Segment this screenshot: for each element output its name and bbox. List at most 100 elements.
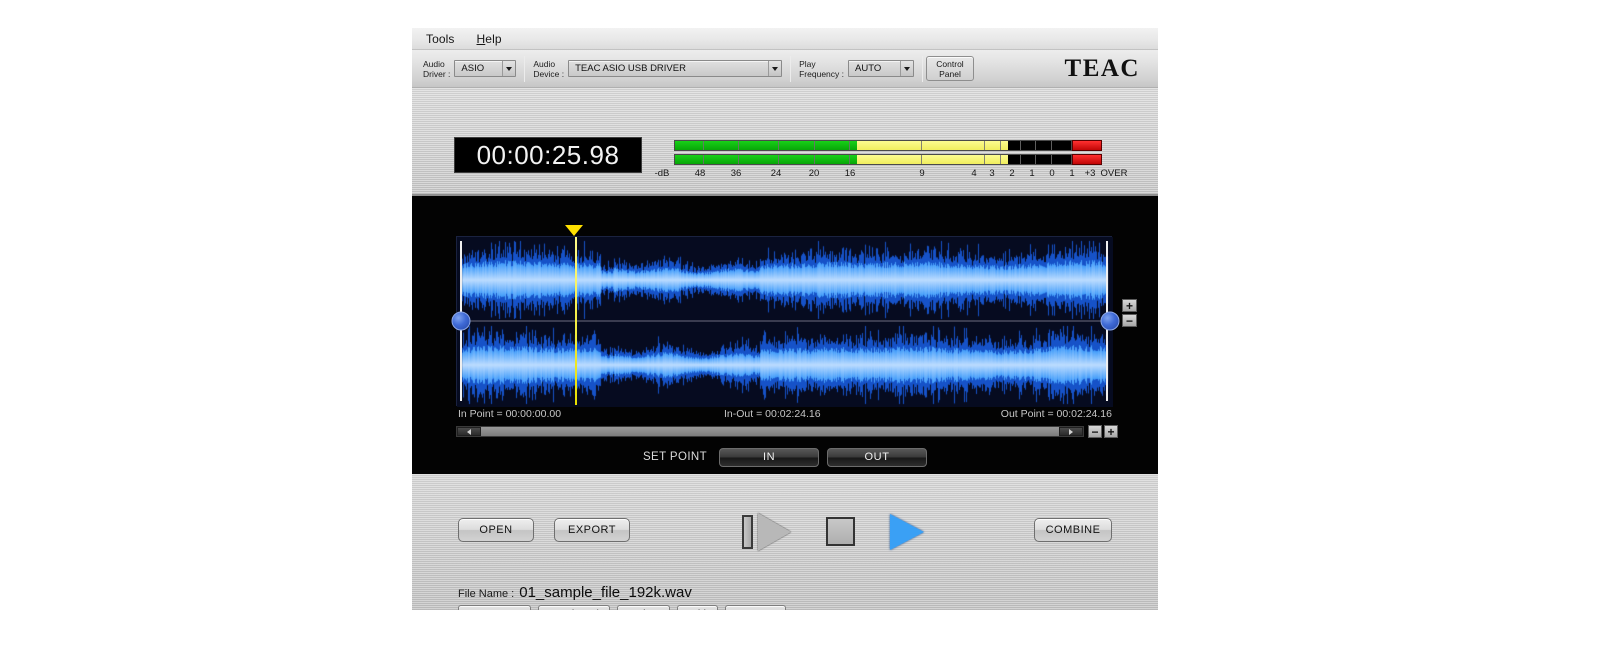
meter-scale-label: 1 <box>1069 168 1075 179</box>
timecode-value: 00:00:25.98 <box>476 139 620 170</box>
meter-scale-label: 2 <box>1009 168 1015 179</box>
meter-bars <box>674 140 1102 165</box>
meter-tick <box>920 155 922 164</box>
file-info-badge: WAV(PCM) <box>538 605 610 610</box>
file-info-badge: 192kHz <box>616 605 671 610</box>
level-meters: -dB 48 36 24 20 16 9 4 3 2 1 0 1 +3 OVER <box>655 140 1128 182</box>
zoom-in-vertical-button[interactable]: + <box>1122 299 1137 312</box>
menu-help-rest: elp <box>485 31 502 46</box>
meter-tick <box>702 155 704 164</box>
meter-scale-label: 24 <box>770 168 782 179</box>
over-led-left <box>1072 140 1102 151</box>
play-frequency-value: AUTO <box>855 63 882 74</box>
in-out-readout: In-Out = 00:02:24.16 <box>724 408 821 420</box>
meter-tick <box>999 155 1001 164</box>
meter-tick <box>849 141 851 150</box>
meter-yellow-segment-right <box>857 155 1008 164</box>
set-in-point-button[interactable]: IN <box>719 447 820 467</box>
audio-device-select[interactable]: TEAC ASIO USB DRIVER <box>568 60 783 77</box>
playhead-line <box>575 237 578 405</box>
point-readouts: In Point = 00:00:00.00 In-Out = 00:02:24… <box>456 408 1112 424</box>
control-panel-button[interactable]: Control Panel <box>926 56 974 81</box>
menu-help-mnemonic: H <box>476 31 486 46</box>
audio-driver-select[interactable]: ASIO <box>454 60 517 77</box>
meter-tick <box>738 141 740 150</box>
meter-scale-label: 4 <box>971 168 977 179</box>
meter-scale-label: 20 <box>808 168 820 179</box>
meter-scale-label: 16 <box>844 168 856 179</box>
set-point-label: SET POINT <box>642 451 708 463</box>
meter-tick <box>813 155 815 164</box>
meter-tick <box>1051 155 1053 164</box>
play-button[interactable] <box>890 514 924 550</box>
meter-scale-label: 0 <box>1049 168 1055 179</box>
meter-tick <box>920 141 922 150</box>
bottom-panel: OPEN EXPORT COMBINE File Name : 01_sampl… <box>412 474 1158 610</box>
horizontal-zoom-controls: − + <box>1088 425 1118 438</box>
playhead-marker-icon[interactable] <box>565 225 584 236</box>
play-frequency-group: Play Frequency : AUTO <box>794 50 919 87</box>
menu-item-help[interactable]: Help <box>477 32 502 46</box>
pause-play-button[interactable] <box>742 510 794 554</box>
scroll-right-button[interactable] <box>1059 427 1083 436</box>
meter-bar-right <box>674 154 1072 165</box>
meter-tick <box>1035 155 1037 164</box>
scroll-left-button[interactable] <box>457 427 481 436</box>
menu-bar: Tools Help <box>412 28 1158 50</box>
audio-device-value: TEAC ASIO USB DRIVER <box>575 63 686 74</box>
chevron-down-icon[interactable] <box>900 61 913 76</box>
meter-tick <box>777 141 779 150</box>
meter-scale-label: +3 <box>1084 168 1096 179</box>
pause-bar-icon <box>742 515 753 549</box>
toolbar-divider <box>524 55 526 82</box>
set-out-point-button[interactable]: OUT <box>827 447 928 467</box>
meter-tick <box>1051 141 1053 150</box>
over-led-right <box>1072 154 1102 165</box>
out-point-readout: Out Point = 00:02:24.16 <box>1000 408 1112 420</box>
meter-scale-label: 36 <box>730 168 742 179</box>
file-info-badge: STEREO <box>724 605 787 610</box>
vertical-zoom-controls: + − <box>1122 299 1137 327</box>
audio-device-label: Audio Device : <box>533 58 565 79</box>
meter-tick <box>849 155 851 164</box>
play-frequency-select[interactable]: AUTO <box>848 60 914 77</box>
file-name-label: File Name : <box>458 588 515 600</box>
meter-tick <box>702 141 704 150</box>
file-info-badges: 00:02:24.16 WAV(PCM) 192kHz 24bit STEREO <box>458 605 787 610</box>
stop-button[interactable] <box>826 517 855 546</box>
channel-divider <box>457 320 1111 322</box>
meter-tick <box>1035 141 1037 150</box>
zoom-in-horizontal-button[interactable]: + <box>1104 425 1118 438</box>
chevron-down-icon[interactable] <box>768 61 782 76</box>
zoom-out-horizontal-button[interactable]: − <box>1088 425 1102 438</box>
in-point-readout: In Point = 00:00:00.00 <box>458 408 562 420</box>
out-point-handle[interactable] <box>1100 311 1120 331</box>
waveform-canvas[interactable] <box>457 237 1113 407</box>
meter-scale-label: 9 <box>919 168 925 179</box>
open-button[interactable]: OPEN <box>458 518 534 542</box>
combine-button[interactable]: COMBINE <box>1034 518 1112 542</box>
play-triangle-icon <box>758 513 791 551</box>
file-name-row: File Name : 01_sample_file_192k.wav <box>458 584 692 601</box>
audio-driver-group: Audio Driver : ASIO <box>418 50 521 87</box>
horizontal-scrollbar[interactable] <box>456 426 1084 437</box>
waveform-display[interactable] <box>451 236 1120 407</box>
meter-tick <box>738 155 740 164</box>
teac-logo: TEAC <box>1064 54 1140 82</box>
menu-item-tools[interactable]: Tools <box>426 32 455 46</box>
meter-tick <box>999 141 1001 150</box>
audio-driver-label: Audio Driver : <box>423 58 451 79</box>
meter-panel: 00:00:25.98 -dB 48 36 24 20 16 9 4 3 2 1 0 1 +3 OVER <box>412 88 1158 196</box>
chevron-down-icon[interactable] <box>502 61 516 76</box>
meter-tick <box>777 155 779 164</box>
file-info-badge: 24bit <box>677 605 718 610</box>
meter-tick <box>1019 141 1021 150</box>
zoom-out-vertical-button[interactable]: − <box>1122 314 1137 327</box>
waveform-panel: + − In Point = 00:00:00.00 In-Out = 00:0… <box>412 196 1158 474</box>
meter-tick <box>813 141 815 150</box>
set-point-row: SET POINT IN OUT <box>412 444 1158 470</box>
meter-scale: -dB 48 36 24 20 16 9 4 3 2 1 0 1 +3 OVER <box>655 168 1128 182</box>
export-button[interactable]: EXPORT <box>554 518 630 542</box>
meter-scale-label: 48 <box>694 168 706 179</box>
in-point-handle[interactable] <box>451 311 471 331</box>
